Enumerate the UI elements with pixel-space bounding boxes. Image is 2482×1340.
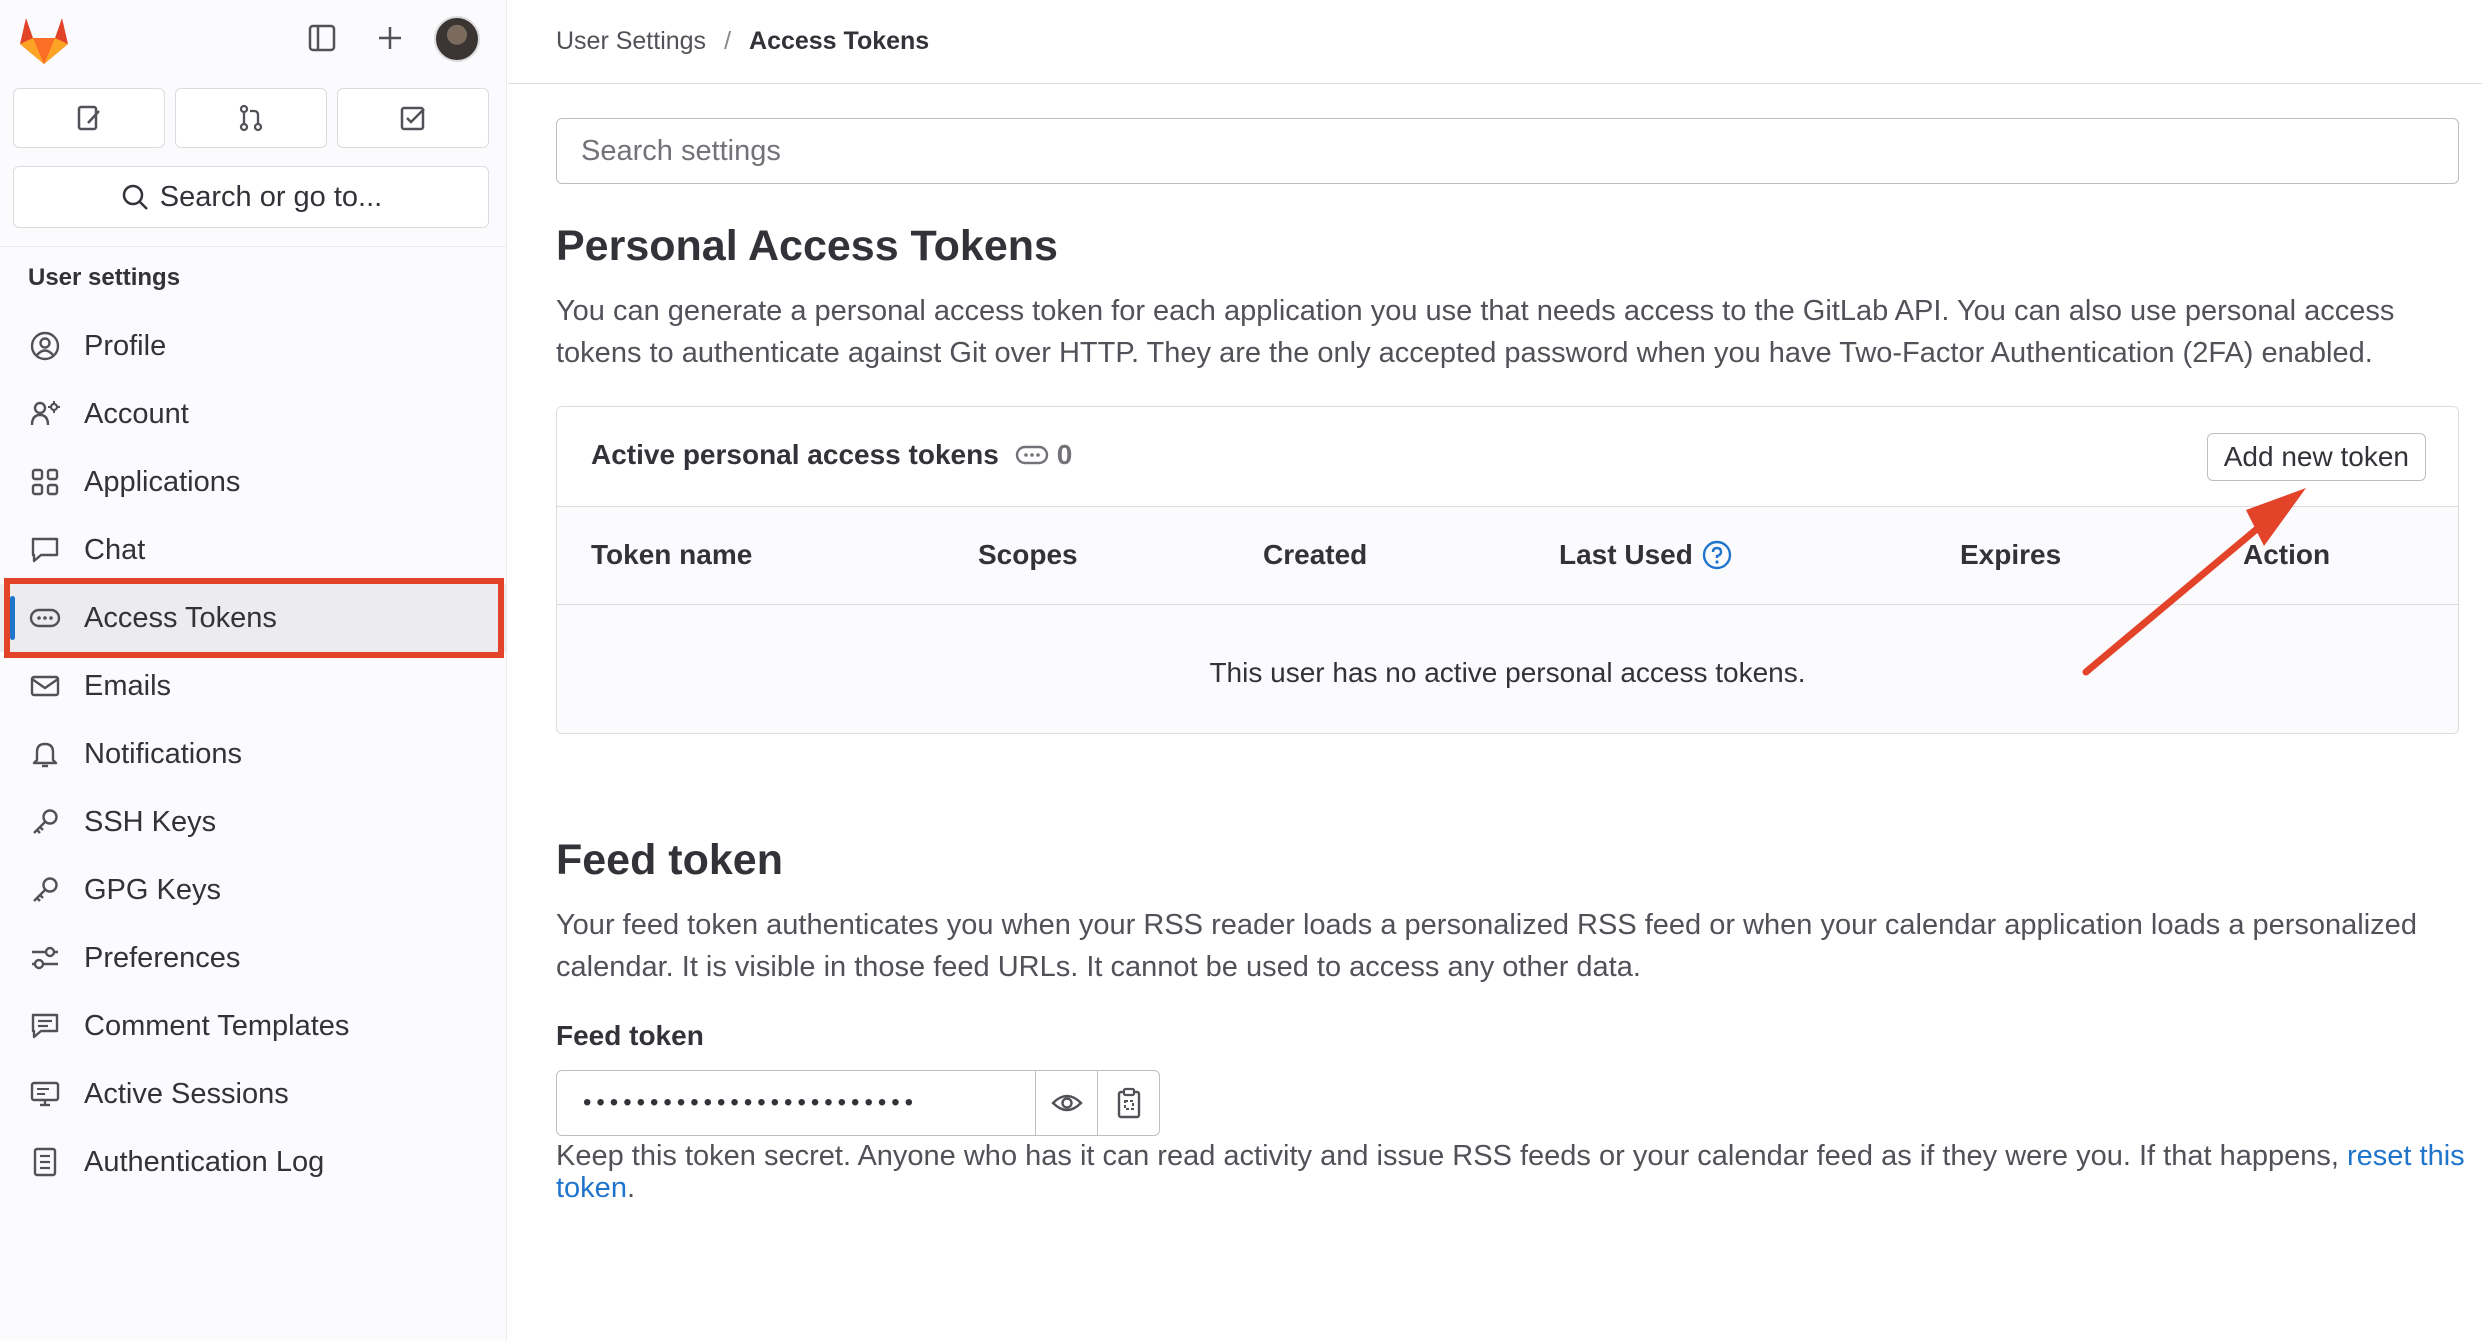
card-title-text: Active personal access tokens: [591, 439, 999, 470]
key-icon: [28, 805, 62, 839]
sidebar-item-label: Notifications: [84, 737, 242, 770]
sidebar-heading: User settings: [28, 264, 181, 291]
sidebar-item-comment-templates[interactable]: Comment Templates: [0, 992, 507, 1060]
sidebar-item-profile[interactable]: Profile: [0, 312, 507, 380]
quick-actions: [13, 88, 489, 148]
column-header[interactable]: Created: [1263, 539, 1367, 571]
issues-icon: [77, 105, 100, 131]
feed-token-help: Keep this token secret. Anyone who has i…: [556, 1140, 2466, 1204]
key-icon: [28, 873, 62, 907]
user-avatar[interactable]: [434, 16, 480, 62]
sidebar-item-label: Active Sessions: [84, 1077, 289, 1110]
clipboard-icon: [1117, 1087, 1140, 1119]
sidebar-item-ssh-keys[interactable]: SSH Keys: [0, 788, 507, 856]
sidebar-item-label: Emails: [84, 669, 172, 702]
sidebar-item-label: Applications: [84, 465, 241, 498]
chat-icon: [28, 533, 62, 567]
sidebar-top: [0, 0, 507, 76]
merge-request-icon: [239, 104, 263, 132]
sidebar-item-label: Authentication Log: [84, 1145, 325, 1178]
sidebar: Search or go to... User settings Profile…: [0, 0, 507, 1340]
sidebar-item-label: Profile: [84, 329, 167, 362]
eye-icon: [1050, 1094, 1083, 1112]
sidebar-item-authentication-log[interactable]: Authentication Log: [0, 1128, 507, 1196]
sidebar-item-label: SSH Keys: [84, 805, 217, 838]
pat-description: You can generate a personal access token…: [556, 295, 2395, 369]
sidebar-item-label: Account: [84, 397, 189, 430]
sidebar-item-active-sessions[interactable]: Active Sessions: [0, 1060, 507, 1128]
breadcrumb-separator: /: [724, 27, 732, 55]
todo-icon: [400, 106, 425, 131]
plus-icon[interactable]: [370, 18, 410, 58]
column-header-last-used[interactable]: Last Used: [1559, 539, 1733, 571]
feed-token-description: Your feed token authenticates you when y…: [556, 909, 2417, 983]
sidebar-toggle-icon[interactable]: [302, 18, 342, 58]
search-or-go-label: Search or go to...: [159, 180, 383, 213]
sidebar-item-label: GPG Keys: [84, 873, 221, 906]
card-title: Active personal access tokens 0: [591, 439, 1072, 471]
sidebar-item-label: Preferences: [84, 941, 241, 974]
comment-icon: [28, 1009, 62, 1043]
feed-token-help-end: .: [626, 1172, 636, 1204]
sidebar-item-account[interactable]: Account: [0, 380, 507, 448]
applications-icon: [28, 465, 62, 499]
search-or-go-button[interactable]: Search or go to...: [13, 166, 489, 228]
sidebar-item-label: Comment Templates: [84, 1009, 350, 1042]
preferences-icon: [28, 941, 62, 975]
column-header[interactable]: Token name: [591, 539, 752, 571]
account-icon: [28, 397, 62, 431]
column-header: Last Used: [1559, 539, 1693, 570]
sidebar-item-emails[interactable]: Emails: [0, 652, 507, 720]
token-count: 0: [1056, 439, 1073, 470]
copy-token-button[interactable]: [1097, 1071, 1159, 1135]
column-header[interactable]: Expires: [1960, 539, 2061, 571]
reveal-token-button[interactable]: [1035, 1071, 1097, 1135]
sidebar-item-label: Chat: [84, 533, 146, 566]
profile-icon: [28, 329, 62, 363]
sidebar-item-gpg-keys[interactable]: GPG Keys: [0, 856, 507, 924]
sidebar-item-preferences[interactable]: Preferences: [0, 924, 507, 992]
merge-requests-button[interactable]: [175, 88, 327, 148]
help-icon[interactable]: [1701, 539, 1733, 571]
sidebar-divider: [0, 246, 507, 247]
feed-token-title: Feed token: [556, 836, 783, 884]
settings-nav: Profile Account Applications Chat Access…: [0, 312, 507, 1196]
gitlab-logo-icon[interactable]: [16, 14, 72, 66]
sidebar-item-chat[interactable]: Chat: [0, 516, 507, 584]
breadcrumb-access-tokens[interactable]: Access Tokens: [749, 27, 929, 56]
breadcrumb-user-settings[interactable]: User Settings: [556, 27, 706, 56]
feed-token-label: Feed token: [556, 1020, 704, 1051]
sidebar-item-notifications[interactable]: Notifications: [0, 720, 507, 788]
page-title: Personal Access Tokens: [556, 222, 1058, 270]
annotation-arrow: [2082, 488, 2306, 676]
breadcrumb: User Settings / Access Tokens: [508, 0, 2482, 84]
feed-token-help-text: Keep this token secret. Anyone who has i…: [556, 1140, 2347, 1172]
feed-token-value[interactable]: •••••••••••••••••••••••••: [557, 1071, 1035, 1135]
monitor-icon: [28, 1077, 62, 1111]
token-count-badge: 0: [1015, 439, 1073, 471]
todos-button[interactable]: [337, 88, 489, 148]
access-tokens-highlight: [4, 578, 504, 658]
issues-button[interactable]: [13, 88, 165, 148]
bell-icon: [28, 737, 62, 771]
search-icon: [122, 184, 148, 210]
feed-token-field: •••••••••••••••••••••••••: [556, 1070, 1160, 1136]
token-icon: [1015, 445, 1048, 465]
log-icon: [28, 1145, 62, 1179]
search-settings-input[interactable]: [556, 118, 2459, 184]
sidebar-item-applications[interactable]: Applications: [0, 448, 507, 516]
add-new-token-button[interactable]: Add new token: [2206, 433, 2426, 481]
column-header[interactable]: Scopes: [978, 539, 1078, 571]
mail-icon: [28, 669, 62, 703]
